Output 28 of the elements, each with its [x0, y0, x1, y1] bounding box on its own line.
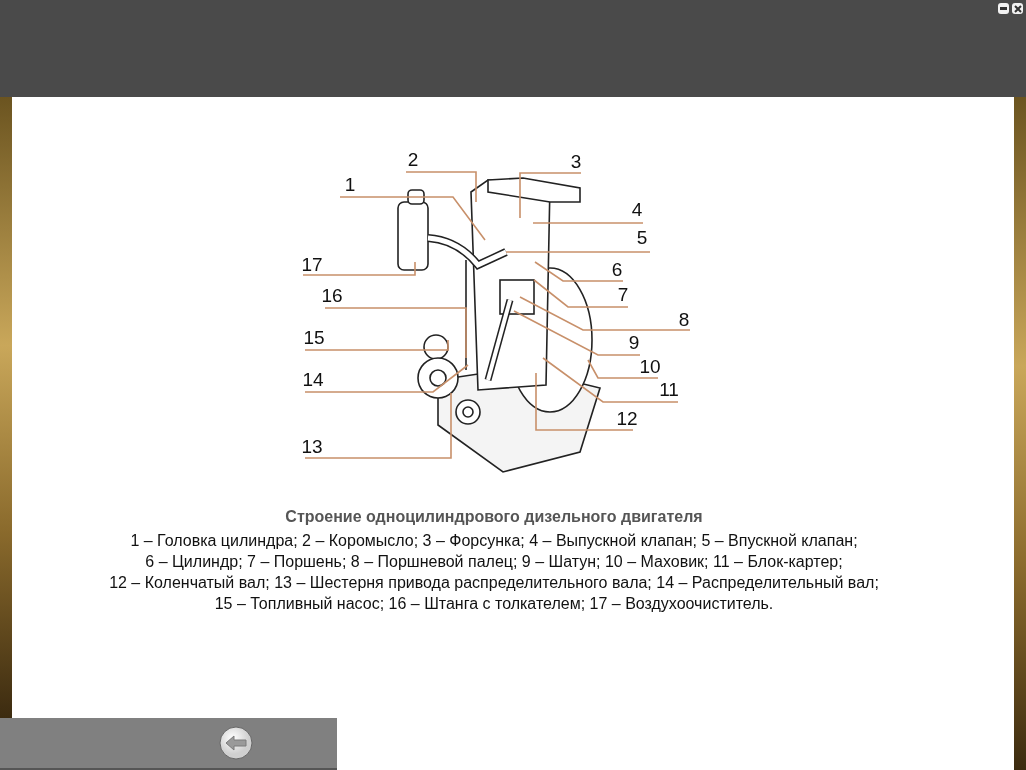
back-button[interactable]	[218, 725, 254, 761]
callout-number: 1	[344, 175, 356, 195]
callout-number: 10	[639, 357, 661, 377]
callout-number: 2	[407, 150, 419, 170]
callout-number: 12	[616, 409, 638, 429]
legend-text: 1 – Головка цилиндра; 2 – Коромысло; 3 – Форсунка; 4 – Выпускной клапан; 5 – Впускной клапан;	[130, 531, 858, 551]
minimize-button[interactable]	[998, 3, 1009, 14]
callout-number: 6	[611, 260, 623, 280]
callout-number: 17	[301, 255, 323, 275]
callout-number: 13	[301, 437, 323, 457]
legend-text: 12 – Коленчатый вал; 13 – Шестерня привода распределительного вала; 14 – Распределительный вал;	[109, 573, 879, 593]
callout-number: 9	[628, 333, 640, 353]
callout-number: 11	[659, 380, 679, 400]
callout-number: 4	[631, 200, 643, 220]
close-button[interactable]	[1012, 3, 1023, 14]
close-icon	[1013, 4, 1022, 13]
caption-title: Строение одноцилиндрового дизельного двигателя	[285, 508, 703, 526]
callout-number: 3	[570, 152, 582, 172]
legend-text: 6 – Цилиндр; 7 – Поршень; 8 – Поршневой палец; 9 – Шатун; 10 – Маховик; 11 – Блок-картер;	[145, 552, 843, 572]
legend-text: 15 – Топливный насос; 16 – Штанга с толкателем; 17 – Воздухоочиститель.	[214, 594, 774, 614]
callout-number: 7	[617, 285, 629, 305]
callout-number: 15	[303, 328, 325, 348]
minimize-icon	[1000, 7, 1007, 10]
leader-line	[519, 172, 582, 219]
callout-number: 16	[321, 286, 343, 306]
callout-number: 14	[302, 370, 324, 390]
callout-number: 8	[678, 310, 690, 330]
callout-number: 5	[636, 228, 648, 248]
